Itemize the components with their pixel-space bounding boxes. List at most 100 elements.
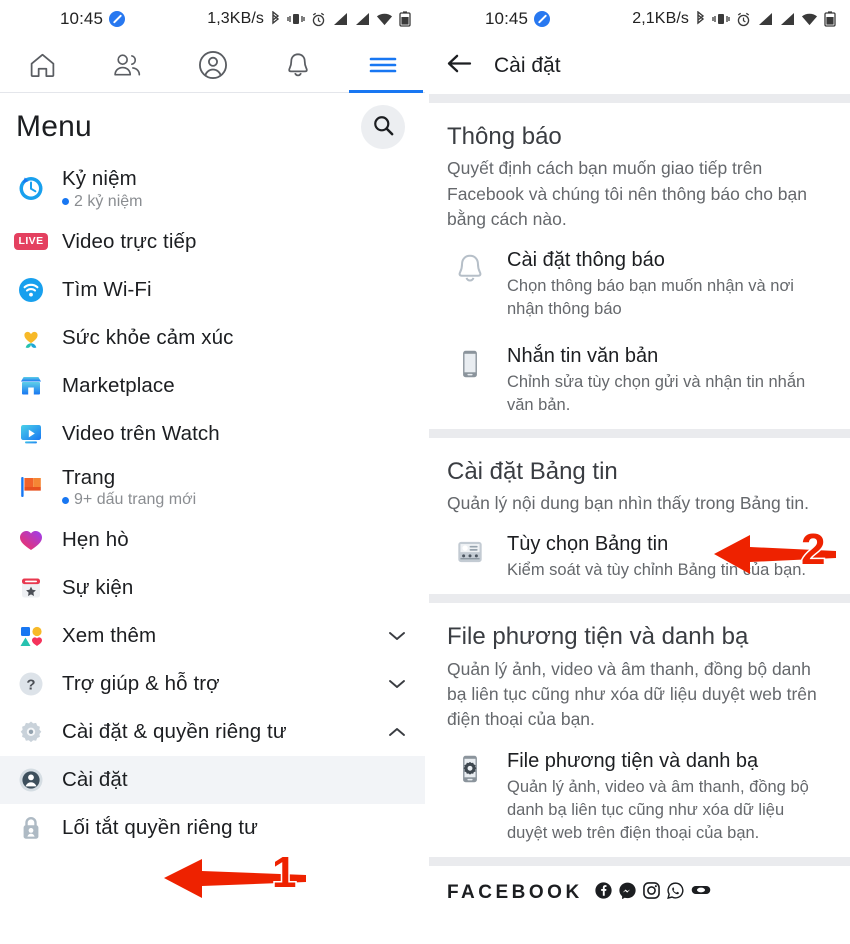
back-arrow-icon[interactable] (447, 53, 472, 79)
chevron-down-icon[interactable] (387, 630, 407, 642)
row-body: Cài đặt thông báo Chọn thông báo bạn muố… (507, 248, 828, 321)
menu-item-text: Kỷ niệm 2 kỷ niệm (62, 166, 407, 211)
left-phone-pane: 10:45 1,3KB/s Menu Kỷ niệm 2 kỷ niệm LIV… (0, 0, 425, 944)
vibrate-icon (712, 12, 730, 26)
help-question-icon: ? (14, 667, 48, 701)
row-body: Tùy chọn Bảng tin Kiểm soát và tùy chỉnh… (507, 532, 828, 582)
row-media-and-contacts[interactable]: File phương tiện và danh bạ Quản lý ảnh,… (425, 739, 850, 857)
status-bar-left-group: 10:45 (60, 9, 126, 29)
search-button[interactable] (361, 105, 405, 149)
menu-item-label: Kỷ niệm (62, 167, 137, 190)
menu-item-text: Video trên Watch (62, 421, 407, 447)
signal-1-icon (332, 12, 348, 26)
news-feed-preferences-icon (449, 532, 491, 582)
account-settings-icon (14, 763, 48, 797)
footer-branding: FACEBOOK (425, 866, 850, 920)
section-divider (429, 94, 850, 103)
section-description: Quản lý nội dung bạn nhìn thấy trong Bản… (447, 492, 809, 513)
menu-item-see-more[interactable]: Xem thêm (0, 612, 425, 660)
menu-item-label: Sức khỏe cảm xúc (62, 325, 234, 349)
menu-item-settings[interactable]: Cài đặt (0, 756, 425, 805)
battery-icon (824, 11, 836, 27)
bottom-nav-tabbar (0, 38, 425, 93)
wifi-circle-icon (14, 273, 48, 307)
friends-icon (112, 51, 143, 80)
menu-item-watch-video[interactable]: Video trên Watch (0, 410, 425, 458)
profile-circle-icon (198, 50, 228, 80)
menu-item-label: Video trên Watch (62, 421, 220, 445)
home-icon (28, 51, 57, 80)
dating-heart-icon (14, 523, 48, 557)
footer-social-icons (595, 882, 711, 904)
bell-outline-icon (449, 248, 491, 321)
menu-item-privacy-shortcuts[interactable]: Lối tắt quyền riêng tư (0, 804, 425, 852)
annotation-number-1: 1 (270, 847, 298, 899)
row-notification-settings[interactable]: Cài đặt thông báo Chọn thông báo bạn muố… (425, 238, 850, 333)
instagram-icon[interactable] (642, 882, 660, 904)
menu-item-text: Cài đặt & quyền riêng tư (62, 719, 373, 745)
status-bar-right-group: 1,3KB/s (207, 10, 411, 28)
tab-menu[interactable] (340, 38, 425, 93)
menu-item-find-wifi[interactable]: Tìm Wi-Fi (0, 266, 425, 314)
menu-item-events[interactable]: Sự kiện (0, 564, 425, 612)
status-bar-right: 10:45 2,1KB/s (425, 0, 850, 38)
menu-item-settings-privacy[interactable]: Cài đặt & quyền riêng tư (0, 708, 425, 756)
menu-item-label: Tìm Wi-Fi (62, 277, 152, 301)
menu-item-dating[interactable]: Hẹn hò (0, 516, 425, 564)
screenshot-root: 10:45 1,3KB/s Menu Kỷ niệm 2 kỷ niệm LIV… (0, 0, 850, 944)
section-divider (429, 428, 850, 438)
bell-icon (284, 51, 312, 80)
row-description: Kiểm soát và tùy chỉnh Bảng tin của bạn. (507, 561, 807, 580)
menu-item-text: Video trực tiếp (62, 229, 407, 255)
memories-clock-icon (14, 171, 48, 205)
menu-item-text: Xem thêm (62, 623, 373, 649)
right-phone-pane: 10:45 2,1KB/s Cài đặt Thông báo Quyết đị… (425, 0, 850, 944)
footer-brand-label: FACEBOOK (447, 881, 583, 903)
vibrate-icon (287, 12, 305, 26)
menu-item-text: Trợ giúp & hỗ trợ (62, 671, 373, 697)
row-body: Nhắn tin văn bản Chỉnh sửa tùy chọn gửi … (507, 344, 828, 417)
oculus-icon[interactable] (691, 883, 711, 902)
alarm-icon (736, 12, 751, 27)
chevron-up-icon[interactable] (387, 726, 407, 738)
section-description: Quản lý ảnh, video và âm thanh, đồng bộ … (447, 658, 817, 730)
status-time: 10:45 (485, 9, 529, 28)
svg-text:?: ? (26, 677, 35, 694)
unread-dot-icon (62, 496, 69, 504)
whatsapp-icon[interactable] (666, 882, 684, 904)
tab-home[interactable] (0, 38, 85, 92)
menu-item-text: Sự kiện (62, 575, 407, 601)
menu-item-text: Hẹn hò (62, 527, 407, 553)
menu-item-help-support[interactable]: ? Trợ giúp & hỗ trợ (0, 660, 425, 708)
facebook-icon[interactable] (595, 882, 612, 904)
hamburger-icon (368, 54, 398, 76)
row-title: Nhắn tin văn bản (507, 344, 659, 367)
privacy-lock-icon (14, 811, 48, 845)
menu-item-live-video[interactable]: LIVE Video trực tiếp (0, 218, 425, 266)
tab-profile[interactable] (170, 38, 255, 92)
messenger-icon[interactable] (619, 882, 636, 904)
menu-item-memories[interactable]: Kỷ niệm 2 kỷ niệm (0, 159, 425, 218)
signal-2-icon (354, 12, 370, 26)
wifi-icon (376, 13, 393, 26)
menu-item-label: Xem thêm (62, 624, 157, 648)
menu-item-pages[interactable]: Trang 9+ dấu trang mới (0, 458, 425, 517)
row-text-messaging[interactable]: Nhắn tin văn bản Chỉnh sửa tùy chọn gửi … (425, 334, 850, 429)
menu-item-label: Trợ giúp & hỗ trợ (62, 672, 220, 696)
menu-item-marketplace[interactable]: Marketplace (0, 362, 425, 410)
section-notifications: Thông báo Quyết định cách bạn muốn giao … (425, 103, 850, 238)
menu-item-text: Sức khỏe cảm xúc (62, 325, 407, 351)
menu-item-emotional-health[interactable]: Sức khỏe cảm xúc (0, 314, 425, 362)
tab-friends[interactable] (85, 38, 170, 92)
row-description: Chỉnh sửa tùy chọn gửi và nhận tin nhắn … (507, 372, 806, 414)
menu-item-sub-text: 9+ dấu trang mới (74, 491, 197, 509)
tab-notifications[interactable] (255, 38, 340, 92)
see-more-shapes-icon (14, 619, 48, 653)
page-title: Menu (16, 110, 92, 143)
menu-item-sub: 9+ dấu trang mới (62, 491, 407, 509)
app-bar-title: Cài đặt (494, 54, 561, 77)
row-news-feed-preferences[interactable]: Tùy chọn Bảng tin Kiểm soát và tùy chỉnh… (425, 522, 850, 594)
chevron-down-icon[interactable] (387, 678, 407, 690)
menu-item-text: Lối tắt quyền riêng tư (62, 815, 407, 841)
status-network-speed: 1,3KB/s (207, 10, 264, 27)
